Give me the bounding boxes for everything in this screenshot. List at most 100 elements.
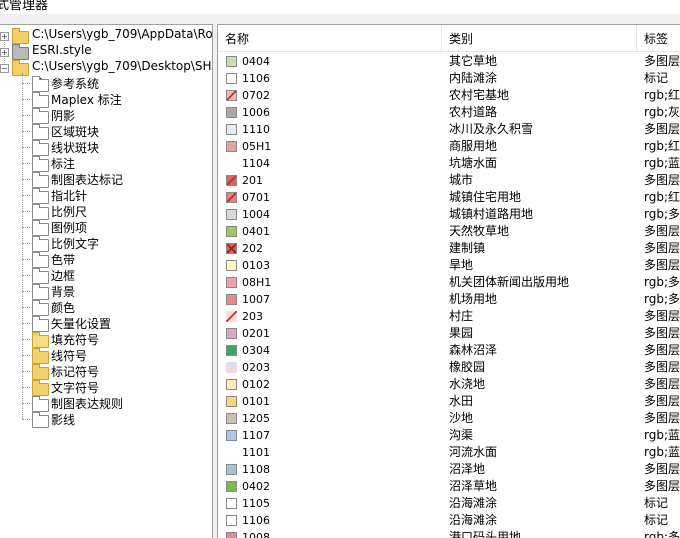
symbol-tags: 多图层 (644, 258, 680, 272)
tree-guide-line (22, 179, 30, 180)
table-row[interactable]: 1006 农村道路 rgb;灰色 (218, 104, 680, 121)
table-row[interactable]: 0701 城镇住宅用地 rgb;红色 (218, 189, 680, 206)
tree-item-label[interactable]: 文字符号 (51, 379, 99, 396)
table-row[interactable]: 1007 机场用地 rgb;多图 (218, 291, 680, 308)
table-row[interactable]: 203 村庄 多图层 (218, 308, 680, 325)
table-row[interactable]: 1004 城镇村道路用地 rgb;多图 (218, 206, 680, 223)
tree-item-label[interactable]: 背景 (51, 283, 75, 300)
tree-guide-line (22, 339, 30, 340)
column-header-name[interactable]: 名称 (218, 25, 442, 51)
symbol-swatch (226, 141, 237, 152)
symbol-name: 1004 (242, 208, 270, 221)
table-row[interactable]: 202 建制镇 多图层 (218, 240, 680, 257)
table-row[interactable]: 1106 内陆滩涂 标记 (218, 70, 680, 87)
tree-item-label[interactable]: 影线 (51, 411, 75, 428)
table-row[interactable]: 1104 坑塘水面 rgb;蓝色 (218, 155, 680, 172)
expand-toggle[interactable]: + (0, 48, 9, 57)
symbol-swatch (226, 447, 237, 458)
tree-item-label[interactable]: 制图表达标记 (51, 171, 123, 188)
expand-toggle[interactable]: + (0, 32, 9, 41)
table-row[interactable]: 1205 沙地 多图层 (218, 410, 680, 427)
tree-item-label[interactable]: 比例尺 (51, 203, 87, 220)
symbol-tags: rgb;灰色 (644, 105, 680, 119)
tree-item-label[interactable]: 色带 (51, 251, 75, 268)
folder-icon (32, 204, 49, 220)
tree-item-label[interactable]: 边框 (51, 267, 75, 284)
tree-guide-line (22, 323, 30, 324)
table-row[interactable]: 08H1 机关团体新闻出版用地 rgb;多图 (218, 274, 680, 291)
tree-item-label[interactable]: 参考系统 (51, 75, 99, 92)
symbol-tags: 多图层 (644, 173, 680, 187)
expand-toggle[interactable]: − (0, 64, 9, 73)
table-row[interactable]: 1101 河流水面 rgb;蓝色 (218, 444, 680, 461)
symbol-name: 05H1 (242, 140, 272, 153)
table-row[interactable]: 0402 沼泽草地 多图层 (218, 478, 680, 495)
style-tree-panel[interactable]: + C:\Users\ygb_709\AppData\Roaming + ESRI.s… (0, 24, 213, 538)
tree-guide-line (22, 403, 30, 404)
tree-item-label[interactable]: 比例文字 (51, 235, 99, 252)
symbol-tags: 多图层 (644, 462, 680, 476)
folder-icon (32, 92, 49, 108)
table-row[interactable]: 201 城市 多图层 (218, 172, 680, 189)
table-row[interactable]: 0702 农村宅基地 rgb;红色 (218, 87, 680, 104)
symbol-name: 203 (242, 310, 263, 323)
tree-item-label[interactable]: 颜色 (51, 299, 75, 316)
symbol-category: 旱地 (449, 258, 474, 272)
symbol-name: 0702 (242, 89, 270, 102)
tree-root-label[interactable]: C:\Users\ygb_709\AppData\Roaming (32, 27, 212, 41)
symbol-swatch (226, 498, 237, 509)
symbol-swatch (226, 379, 237, 390)
symbol-name: 202 (242, 242, 263, 255)
table-row[interactable]: 1107 沟渠 rgb;蓝色 (218, 427, 680, 444)
tree-item-label[interactable]: 线状斑块 (51, 139, 99, 156)
tree-item-label[interactable]: 制图表达规则 (51, 395, 123, 412)
tree-guide-line (22, 371, 30, 372)
symbol-swatch (226, 345, 237, 356)
symbol-tags: 多图层 (644, 54, 680, 68)
table-row[interactable]: 0304 森林沼泽 多图层 (218, 342, 680, 359)
tree-guide-line (22, 211, 30, 212)
table-row[interactable]: 05H1 商服用地 rgb;红色 (218, 138, 680, 155)
table-row[interactable]: 0201 果园 多图层 (218, 325, 680, 342)
table-row[interactable]: 0102 水浇地 多图层 (218, 376, 680, 393)
tree-item-label[interactable]: 区域斑块 (51, 123, 99, 140)
column-header-tags[interactable]: 标签 (637, 25, 680, 51)
table-row[interactable]: 1106 沿海滩涂 标记 (218, 512, 680, 529)
symbol-list-panel[interactable]: 名称 类别 标签 0404 其它草地 多图层 1106 内陆滩涂 标记 0702 农村宅基地 r… (217, 24, 680, 538)
tree-guide-line (22, 259, 30, 260)
tree-item-label[interactable]: 标记符号 (51, 363, 99, 380)
symbol-name: 1205 (242, 412, 270, 425)
table-row[interactable]: 0203 橡胶园 多图层 (218, 359, 680, 376)
table-row[interactable]: 0101 水田 多图层 (218, 393, 680, 410)
tree-item-label[interactable]: 矢量化设置 (51, 315, 111, 332)
tree-item-label[interactable]: Maplex 标注 (51, 91, 122, 108)
symbol-name: 0103 (242, 259, 270, 272)
tree-guide-line (22, 243, 30, 244)
tree-item-label[interactable]: 标注 (51, 155, 75, 172)
symbol-name: 0203 (242, 361, 270, 374)
folder-icon (32, 108, 49, 124)
column-header-category[interactable]: 类别 (442, 25, 637, 51)
table-row[interactable]: 1105 沿海滩涂 标记 (218, 495, 680, 512)
tree-item-label[interactable]: 指北针 (51, 187, 87, 204)
tree-item-label[interactable]: 线符号 (51, 347, 87, 364)
tree-item-label[interactable]: 图例项 (51, 219, 87, 236)
table-row[interactable]: 0404 其它草地 多图层 (218, 53, 680, 70)
symbol-category: 农村道路 (449, 105, 498, 119)
table-row[interactable]: 1110 冰川及永久积雪 多图层 (218, 121, 680, 138)
symbol-name: 0101 (242, 395, 270, 408)
symbol-tags: 多图层 (644, 241, 680, 255)
tree-root-label[interactable]: ESRI.style (32, 43, 92, 57)
table-row[interactable]: 0103 旱地 多图层 (218, 257, 680, 274)
symbol-category: 河流水面 (449, 445, 498, 459)
table-row[interactable]: 1108 沼泽地 多图层 (218, 461, 680, 478)
symbol-name: 0402 (242, 480, 270, 493)
symbol-name: 1101 (242, 446, 270, 459)
symbol-category: 城镇住宅用地 (449, 190, 522, 204)
tree-item-label[interactable]: 阴影 (51, 107, 75, 124)
symbol-category: 森林沼泽 (449, 343, 498, 357)
symbol-name: 201 (242, 174, 263, 187)
table-row[interactable]: 0401 天然牧草地 多图层 (218, 223, 680, 240)
tree-item-label[interactable]: 填充符号 (51, 331, 99, 348)
symbol-swatch (226, 277, 237, 288)
